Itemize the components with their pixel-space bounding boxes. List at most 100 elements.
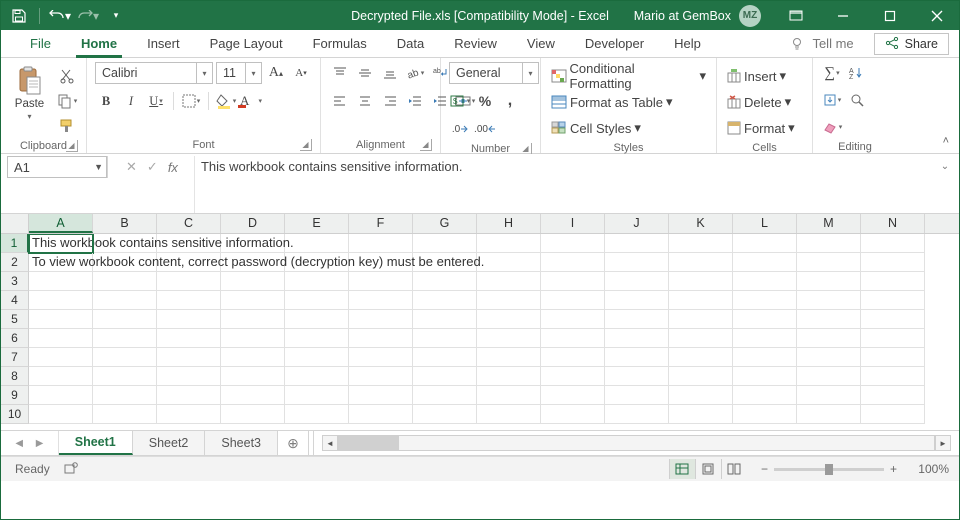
cell[interactable] [29,291,93,310]
cell[interactable] [285,367,349,386]
scroll-right-icon[interactable]: ► [935,435,951,451]
maximize-button[interactable] [867,1,912,30]
col-header[interactable]: D [221,214,285,233]
zoom-slider[interactable] [774,468,884,471]
row-header[interactable]: 4 [1,291,29,310]
cell[interactable] [733,348,797,367]
cell[interactable] [797,367,861,386]
page-layout-view-icon[interactable] [695,459,721,479]
cell[interactable] [541,386,605,405]
tab-file[interactable]: File [15,30,66,57]
decrease-indent-icon[interactable] [404,90,426,112]
sheet-tab[interactable]: Sheet2 [133,431,206,455]
cell[interactable] [669,348,733,367]
cell[interactable] [285,405,349,424]
tab-view[interactable]: View [512,30,570,57]
tab-developer[interactable]: Developer [570,30,659,57]
account-name[interactable]: Mario at GemBox MZ [634,5,761,27]
col-header[interactable]: G [413,214,477,233]
row-header[interactable]: 3 [1,272,29,291]
font-dialog-launcher[interactable]: ◢ [300,139,312,151]
name-box[interactable]: A1▼ [7,156,107,178]
align-bottom-icon[interactable] [379,62,401,84]
select-all-corner[interactable] [1,214,29,233]
cell[interactable] [285,291,349,310]
cell[interactable] [733,310,797,329]
tab-data[interactable]: Data [382,30,439,57]
cell[interactable] [605,272,669,291]
insert-function-icon[interactable]: fx [168,160,178,175]
accounting-format-icon[interactable]: $▾ [449,90,471,112]
cell[interactable] [605,367,669,386]
delete-cells-button[interactable]: Delete▾ [725,91,797,113]
conditional-formatting-button[interactable]: Conditional Formatting▾ [549,65,708,87]
cell[interactable] [221,272,285,291]
cell[interactable] [349,386,413,405]
cell[interactable] [93,272,157,291]
cell[interactable] [29,405,93,424]
cell[interactable] [349,405,413,424]
find-select-icon[interactable] [846,89,868,111]
collapse-ribbon-icon[interactable]: ˄ [943,135,949,147]
align-middle-icon[interactable] [354,62,376,84]
format-painter-icon[interactable] [56,115,78,137]
cell[interactable] [157,272,221,291]
align-top-icon[interactable] [329,62,351,84]
alignment-dialog-launcher[interactable]: ◢ [420,139,432,151]
cell[interactable]: This workbook contains sensitive informa… [29,234,93,253]
page-break-view-icon[interactable] [721,459,747,479]
cell[interactable] [733,386,797,405]
cell[interactable] [221,348,285,367]
row-header[interactable]: 9 [1,386,29,405]
cell[interactable] [413,348,477,367]
zoom-level[interactable]: 100% [903,462,949,476]
borders-icon[interactable]: ▾ [180,90,202,112]
save-icon[interactable] [7,4,31,28]
cell[interactable] [605,348,669,367]
cell[interactable] [221,405,285,424]
cell[interactable] [605,405,669,424]
tab-page-layout[interactable]: Page Layout [195,30,298,57]
expand-formula-bar-icon[interactable]: ⌄ [937,158,953,174]
cell[interactable] [413,291,477,310]
insert-cells-button[interactable]: Insert▾ [725,65,797,87]
cell[interactable] [349,367,413,386]
autosum-icon[interactable]: ∑▾ [821,62,843,84]
cancel-formula-icon[interactable]: ✕ [126,159,137,175]
col-header[interactable]: I [541,214,605,233]
cell[interactable] [861,272,925,291]
cell[interactable] [477,329,541,348]
cell[interactable] [221,310,285,329]
cell[interactable] [797,329,861,348]
align-left-icon[interactable] [329,90,351,112]
cell[interactable] [157,386,221,405]
row-header[interactable]: 5 [1,310,29,329]
cell[interactable] [605,291,669,310]
paste-button[interactable]: Paste ▾ [9,62,50,121]
cell[interactable] [221,367,285,386]
share-button[interactable]: Share [874,33,949,55]
enter-formula-icon[interactable]: ✓ [147,159,158,175]
zoom-out-icon[interactable]: − [761,462,768,476]
ribbon-display-options-icon[interactable] [773,1,818,30]
italic-icon[interactable]: I [120,90,142,112]
cell[interactable] [797,291,861,310]
new-sheet-button[interactable]: ⊕ [278,431,308,455]
cell[interactable] [669,234,733,253]
cell[interactable] [669,405,733,424]
cell[interactable] [93,348,157,367]
sort-filter-icon[interactable]: AZ [846,62,868,84]
cell[interactable] [605,386,669,405]
cell[interactable] [413,272,477,291]
cell[interactable] [669,386,733,405]
cell[interactable] [29,329,93,348]
cell[interactable] [861,253,925,272]
col-header[interactable]: B [93,214,157,233]
cell[interactable] [93,405,157,424]
tab-review[interactable]: Review [439,30,512,57]
comma-style-icon[interactable]: , [499,90,521,112]
redo-icon[interactable]: ▾ [76,4,100,28]
cell[interactable] [797,234,861,253]
cell[interactable] [861,310,925,329]
cell[interactable] [29,386,93,405]
